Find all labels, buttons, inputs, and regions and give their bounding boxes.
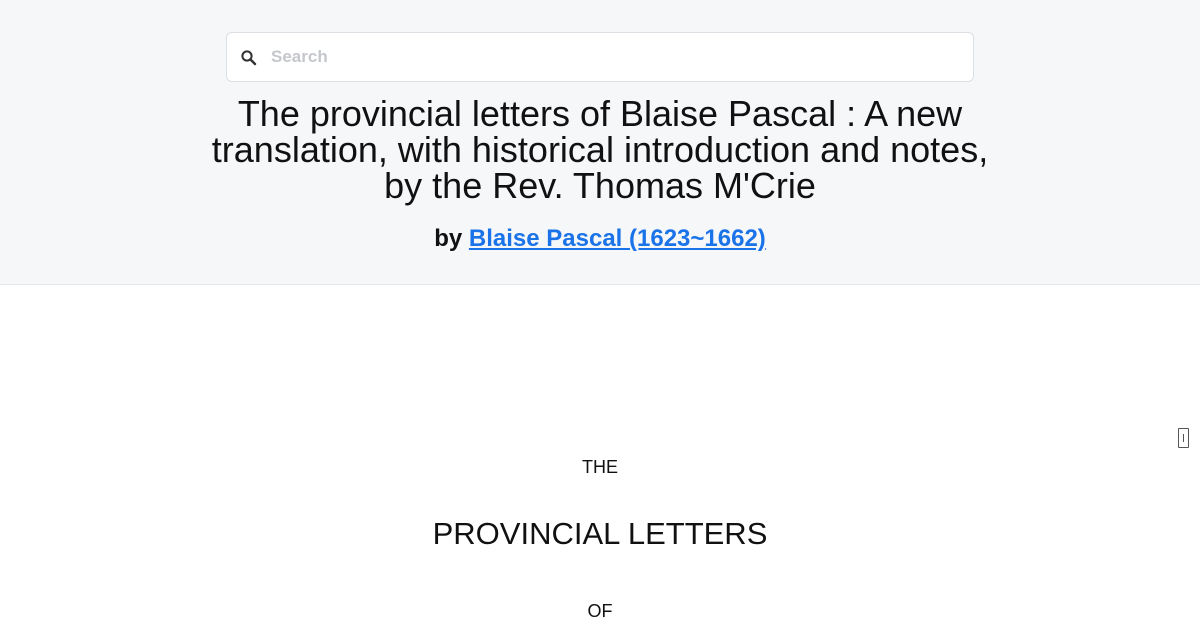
content-line-provincial-letters: PROVINCIAL LETTERS	[432, 516, 768, 551]
by-label: by	[434, 225, 463, 252]
page-marker-icon[interactable]	[1178, 428, 1189, 448]
content-line-of: OF	[587, 601, 613, 621]
author-link[interactable]: Blaise Pascal (1623~1662)	[469, 225, 766, 252]
book-title: The provincial letters of Blaise Pascal …	[211, 93, 989, 206]
search-input[interactable]	[271, 33, 961, 81]
page-header: The provincial letters of Blaise Pascal …	[0, 0, 1200, 285]
content-line-the: THE	[582, 457, 618, 477]
search-box[interactable]	[226, 32, 974, 82]
byline: by Blaise Pascal (1623~1662)	[200, 224, 1000, 254]
search-icon[interactable]	[240, 49, 258, 67]
